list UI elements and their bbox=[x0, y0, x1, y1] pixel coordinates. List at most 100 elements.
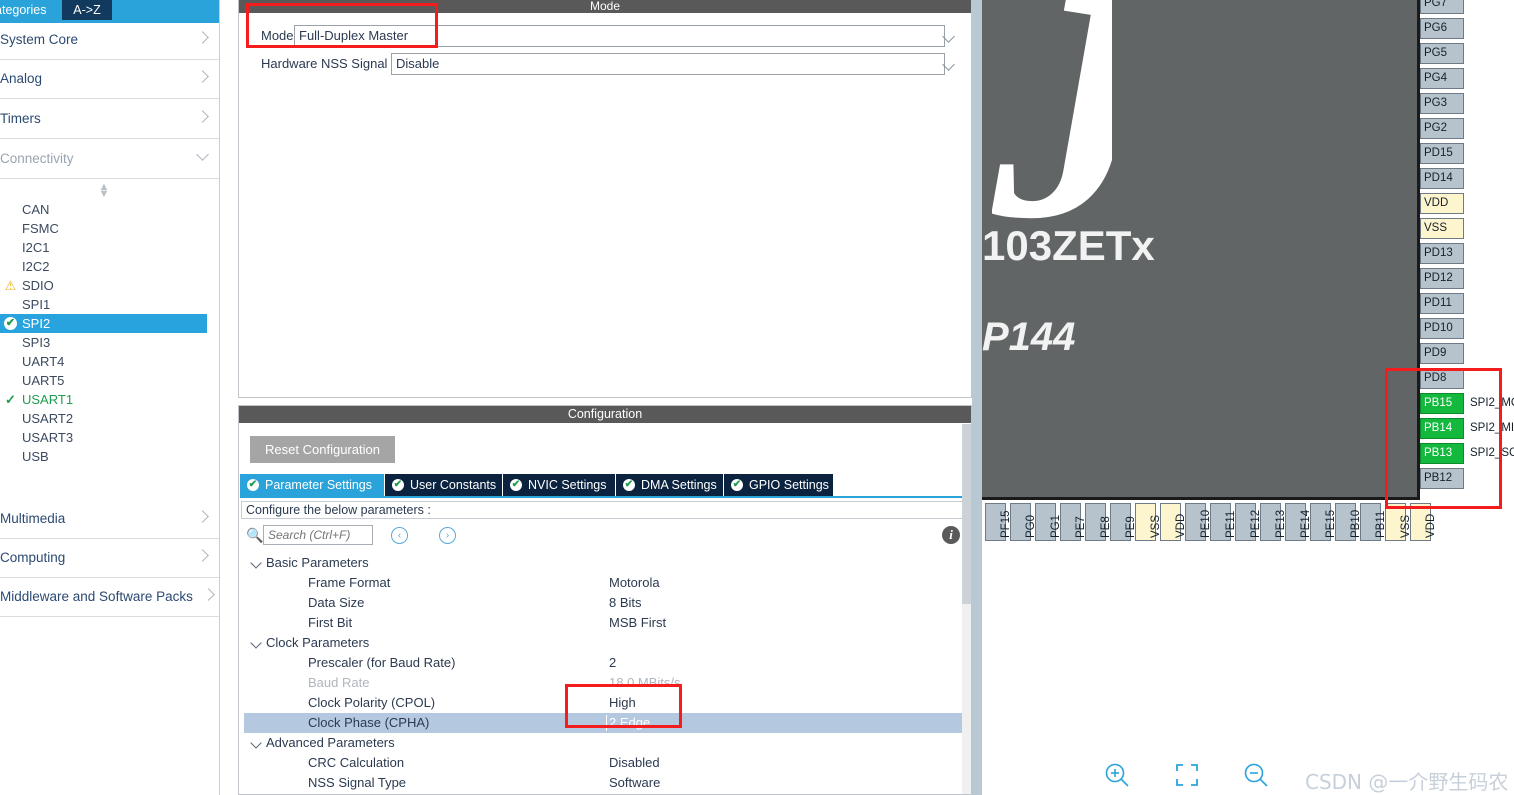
configuration-scrollbar[interactable] bbox=[962, 424, 971, 794]
list-scroll-handle[interactable]: ▲ ▼ bbox=[97, 182, 111, 200]
parameter-value[interactable]: 2 bbox=[609, 653, 616, 673]
sidebar-category-computing[interactable]: Computing bbox=[0, 539, 219, 578]
sidebar-peripheral-sdio[interactable]: ⚠ SDIO bbox=[0, 276, 219, 295]
parameter-row[interactable]: Clock Polarity (CPOL) High bbox=[244, 693, 970, 713]
pin-pg4[interactable]: PG4 bbox=[1420, 68, 1464, 89]
tab-gpio-settings[interactable]: ✔ GPIO Settings bbox=[724, 474, 834, 496]
pin-pd15[interactable]: PD15 bbox=[1420, 143, 1464, 164]
pin-pd9[interactable]: PD9 bbox=[1420, 343, 1464, 364]
pin-pb15[interactable]: PB15 bbox=[1420, 393, 1464, 414]
parameter-row[interactable]: Frame Format Motorola bbox=[244, 573, 970, 593]
sidebar-peripheral-spi3[interactable]: SPI3 bbox=[0, 333, 219, 352]
tab-parameter-settings[interactable]: ✔ Parameter Settings bbox=[240, 474, 385, 496]
chip-view-scrollbar[interactable] bbox=[972, 0, 982, 795]
pin-pe8-bottom[interactable]: PE8 bbox=[1085, 503, 1112, 541]
pin-pe12-bottom[interactable]: PE12 bbox=[1235, 503, 1262, 541]
pin-pd8[interactable]: PD8 bbox=[1420, 368, 1464, 389]
parameter-row[interactable]: Baud Rate 18.0 MBits/s bbox=[244, 673, 970, 693]
pin-pe14-bottom[interactable]: PE14 bbox=[1285, 503, 1312, 541]
pin-pe15-bottom[interactable]: PE15 bbox=[1310, 503, 1337, 541]
pin-pg7[interactable]: PG7 bbox=[1420, 0, 1464, 14]
pin-pd10[interactable]: PD10 bbox=[1420, 318, 1464, 339]
sidebar-peripheral-uart4[interactable]: UART4 bbox=[0, 352, 219, 371]
parameter-value[interactable]: 8 Bits bbox=[609, 593, 642, 613]
parameter-value[interactable]: Disabled bbox=[609, 753, 660, 773]
sidebar-peripheral-fsmc[interactable]: FSMC bbox=[0, 219, 219, 238]
parameter-group-header[interactable]: Clock Parameters bbox=[244, 633, 970, 653]
pin-pe11-bottom[interactable]: PE11 bbox=[1210, 503, 1237, 541]
sidebar-category-middleware[interactable]: Middleware and Software Packs bbox=[0, 578, 219, 617]
sidebar-peripheral-usart2[interactable]: USART2 bbox=[0, 409, 219, 428]
pin-pe7-bottom[interactable]: PE7 bbox=[1060, 503, 1087, 541]
pin-pd12[interactable]: PD12 bbox=[1420, 268, 1464, 289]
parameter-value[interactable]: MSB First bbox=[609, 613, 666, 633]
zoom-out-icon[interactable] bbox=[1241, 760, 1271, 790]
parameter-group-header[interactable]: Basic Parameters bbox=[244, 553, 970, 573]
reset-configuration-button[interactable]: Reset Configuration bbox=[250, 436, 395, 463]
pin-pb13[interactable]: PB13 bbox=[1420, 443, 1464, 464]
sidebar-peripheral-spi2[interactable]: ✔ SPI2 bbox=[0, 314, 207, 333]
pin-pg6[interactable]: PG6 bbox=[1420, 18, 1464, 39]
pin-pb10-bottom[interactable]: PB10 bbox=[1335, 503, 1362, 541]
mode-select[interactable]: Full-Duplex Master bbox=[294, 25, 945, 47]
sidebar-peripheral-i2c1[interactable]: I2C1 bbox=[0, 238, 219, 257]
info-icon[interactable]: i bbox=[942, 526, 960, 544]
pin-vdd[interactable]: VDD bbox=[1420, 193, 1464, 214]
pin-pd13[interactable]: PD13 bbox=[1420, 243, 1464, 264]
pin-pg0-bottom[interactable]: PG0 bbox=[1010, 503, 1037, 541]
pin-pg1-bottom[interactable]: PG1 bbox=[1035, 503, 1062, 541]
pin-vss[interactable]: VSS bbox=[1420, 218, 1464, 239]
sidebar-peripheral-spi1[interactable]: SPI1 bbox=[0, 295, 219, 314]
parameter-row[interactable]: Clock Phase (CPHA) 2 Edge bbox=[244, 713, 970, 733]
parameter-value[interactable]: Motorola bbox=[609, 573, 660, 593]
hardware-nss-select[interactable]: Disable bbox=[391, 53, 945, 75]
prev-match-button[interactable]: ‹ bbox=[391, 527, 408, 544]
sidebar-category-timers[interactable]: Timers bbox=[0, 100, 219, 139]
scrollbar-thumb[interactable] bbox=[962, 424, 971, 604]
sidebar-peripheral-usart3[interactable]: USART3 bbox=[0, 428, 219, 447]
pin-vdd-bottom[interactable]: VDD bbox=[1160, 503, 1187, 541]
pin-pg5[interactable]: PG5 bbox=[1420, 43, 1464, 64]
pin-pe10-bottom[interactable]: PE10 bbox=[1185, 503, 1212, 541]
pin-pe13-bottom[interactable]: PE13 bbox=[1260, 503, 1287, 541]
tab-nvic-settings[interactable]: ✔ NVIC Settings bbox=[503, 474, 616, 496]
parameter-row[interactable]: First Bit MSB First bbox=[244, 613, 970, 633]
parameter-value[interactable]: 2 Edge bbox=[605, 713, 650, 733]
sidebar-peripheral-usb[interactable]: USB bbox=[0, 447, 219, 466]
parameter-row[interactable]: NSS Signal Type Software bbox=[244, 773, 970, 793]
sidebar-peripheral-uart5[interactable]: UART5 bbox=[0, 371, 219, 390]
tab-user-constants[interactable]: ✔ User Constants bbox=[385, 474, 503, 496]
parameter-row[interactable]: Data Size 8 Bits bbox=[244, 593, 970, 613]
sidebar-peripheral-usart1[interactable]: ✓ USART1 bbox=[0, 390, 219, 409]
parameter-row[interactable]: Prescaler (for Baud Rate) 2 bbox=[244, 653, 970, 673]
pin-pd14[interactable]: PD14 bbox=[1420, 168, 1464, 189]
tab-a-to-z[interactable]: A->Z bbox=[62, 0, 112, 20]
sidebar-category-connectivity[interactable]: Connectivity bbox=[0, 140, 219, 179]
pin-pb14[interactable]: PB14 bbox=[1420, 418, 1464, 439]
pin-vdd-bottom[interactable]: VDD bbox=[1410, 503, 1437, 541]
zoom-in-icon[interactable] bbox=[1102, 760, 1132, 790]
pin-vss-bottom[interactable]: VSS bbox=[1135, 503, 1162, 541]
fit-to-screen-icon[interactable] bbox=[1172, 760, 1202, 790]
pin-pg3[interactable]: PG3 bbox=[1420, 93, 1464, 114]
pin-pb12[interactable]: PB12 bbox=[1420, 468, 1464, 489]
pin-pg2[interactable]: PG2 bbox=[1420, 118, 1464, 139]
pin-pf15-bottom[interactable]: PF15 bbox=[985, 503, 1012, 541]
search-input[interactable] bbox=[263, 525, 373, 545]
sidebar-peripheral-can[interactable]: CAN bbox=[0, 200, 219, 219]
next-match-button[interactable]: › bbox=[439, 527, 456, 544]
tab-dma-settings[interactable]: ✔ DMA Settings bbox=[616, 474, 724, 496]
pin-vss-bottom[interactable]: VSS bbox=[1385, 503, 1412, 541]
sidebar-category-analog[interactable]: Analog bbox=[0, 60, 219, 99]
parameter-value[interactable]: Software bbox=[609, 773, 660, 793]
pin-pe9-bottom[interactable]: PE9 bbox=[1110, 503, 1137, 541]
parameter-row[interactable]: CRC Calculation Disabled bbox=[244, 753, 970, 773]
parameter-value[interactable]: High bbox=[609, 693, 636, 713]
tab-categories[interactable]: Categories bbox=[0, 0, 57, 20]
sidebar-category-system-core[interactable]: System Core bbox=[0, 21, 219, 60]
sidebar-peripheral-i2c2[interactable]: I2C2 bbox=[0, 257, 219, 276]
parameter-group-header[interactable]: Advanced Parameters bbox=[244, 733, 970, 753]
parameter-value[interactable]: 18.0 MBits/s bbox=[609, 673, 681, 693]
pin-pd11[interactable]: PD11 bbox=[1420, 293, 1464, 314]
pin-pb11-bottom[interactable]: PB11 bbox=[1360, 503, 1387, 541]
